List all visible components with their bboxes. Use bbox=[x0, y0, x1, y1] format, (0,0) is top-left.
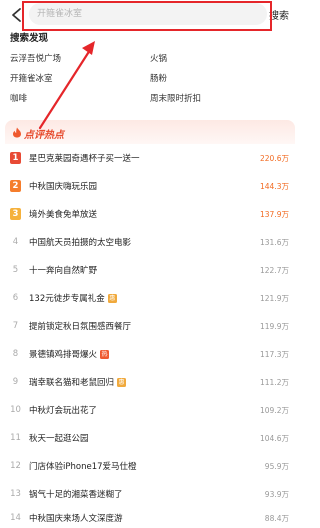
hot-item-value: 117.3万 bbox=[260, 350, 289, 359]
discover-item[interactable]: 火锅 bbox=[150, 52, 167, 64]
rank-badge: 1 bbox=[10, 152, 21, 164]
hot-list-item[interactable]: 11 秋天一起逛公园 104.6万 bbox=[5, 428, 295, 452]
hot-item-title: 秋天一起逛公园 bbox=[29, 434, 89, 444]
search-button[interactable]: 搜索 bbox=[269, 7, 289, 22]
hot-item-title: 门店体验iPhone17爱马仕橙 bbox=[29, 462, 137, 472]
hot-badge: 热 bbox=[100, 350, 110, 359]
hot-item-value: 220.6万 bbox=[260, 154, 289, 163]
discover-item[interactable]: 开箍雀冰室 bbox=[10, 72, 53, 84]
rank-badge: 2 bbox=[10, 180, 21, 192]
hot-item-text: 132元徒步专属礼金 bbox=[29, 294, 105, 304]
hot-list-item[interactable]: 9 瑞幸联名猫和老鼠回归惠 111.2万 bbox=[5, 372, 295, 396]
hot-item-value: 144.3万 bbox=[260, 182, 289, 191]
rank-badge: 3 bbox=[10, 208, 21, 220]
hot-list-item[interactable]: 6 132元徒步专属礼金惠 121.9万 bbox=[5, 288, 295, 312]
hot-list-item[interactable]: 4 中国航天员拍摄的太空电影 131.6万 bbox=[5, 232, 295, 256]
rank-number: 6 bbox=[12, 293, 19, 303]
rank-number: 8 bbox=[12, 349, 19, 359]
hot-list-panel: 点评热点 1 星巴克莱园奇遇杯子买一送一 220.6万 2 中秋国庆嗨玩乐园 1… bbox=[5, 120, 295, 528]
discover-item[interactable]: 肠粉 bbox=[150, 72, 167, 84]
rank-number: 10 bbox=[10, 405, 21, 415]
hot-item-title: 132元徒步专属礼金惠 bbox=[29, 292, 117, 304]
hot-item-title: 景德镇鸡排哥爆火热 bbox=[29, 348, 110, 360]
hot-list-item[interactable]: 10 中秋灯会玩出花了 109.2万 bbox=[5, 400, 295, 424]
discover-item[interactable]: 咖啡 bbox=[10, 92, 27, 104]
hot-item-title: 中秋国庆来场人文深度游 bbox=[29, 514, 123, 524]
rank-number: 4 bbox=[12, 237, 19, 247]
hot-item-value: 119.9万 bbox=[260, 322, 289, 331]
hot-item-title: 中秋灯会玩出花了 bbox=[29, 406, 98, 416]
hot-item-title: 瑞幸联名猫和老鼠回归惠 bbox=[29, 376, 127, 388]
hot-list-item[interactable]: 3 境外美食免单放送 137.9万 bbox=[5, 204, 295, 228]
hot-item-title: 锅气十足的湘菜香迷糊了 bbox=[29, 490, 123, 500]
hot-item-value: 111.2万 bbox=[260, 378, 289, 387]
hot-list-item[interactable]: 1 星巴克莱园奇遇杯子买一送一 220.6万 bbox=[5, 148, 295, 172]
rank-number: 14 bbox=[10, 513, 21, 523]
hot-item-title: 十一奔向自然旷野 bbox=[29, 266, 98, 276]
hot-list-item[interactable]: 2 中秋国庆嗨玩乐园 144.3万 bbox=[5, 176, 295, 200]
hot-list-item[interactable]: 13 锅气十足的湘菜香迷糊了 93.9万 bbox=[5, 484, 295, 508]
rank-number: 11 bbox=[10, 433, 21, 443]
hot-list-item[interactable]: 7 提前锁定秋日氛围感西餐厅 119.9万 bbox=[5, 316, 295, 340]
rank-number: 9 bbox=[12, 377, 19, 387]
rank-number: 5 bbox=[12, 265, 19, 275]
hot-item-title: 中国航天员拍摄的太空电影 bbox=[29, 238, 132, 248]
hot-item-value: 121.9万 bbox=[260, 294, 289, 303]
highlight-box bbox=[22, 1, 272, 31]
hot-list-item[interactable]: 5 十一奔向自然旷野 122.7万 bbox=[5, 260, 295, 284]
hot-list-header: 点评热点 bbox=[5, 120, 295, 144]
hot-item-value: 95.9万 bbox=[264, 462, 289, 471]
hot-list-title: 点评热点 bbox=[24, 130, 64, 141]
hot-item-value: 137.9万 bbox=[260, 210, 289, 219]
rank-number: 7 bbox=[12, 321, 19, 331]
hot-item-title: 境外美食免单放送 bbox=[29, 210, 98, 220]
hot-list-item[interactable]: 14 中秋国庆来场人文深度游 88.4万 bbox=[5, 508, 295, 528]
hot-list-item[interactable]: 8 景德镇鸡排哥爆火热 117.3万 bbox=[5, 344, 295, 368]
hot-item-value: 131.6万 bbox=[260, 238, 289, 247]
hot-item-value: 88.4万 bbox=[264, 514, 289, 523]
flame-icon bbox=[13, 127, 21, 138]
hot-item-title: 提前锁定秋日氛围感西餐厅 bbox=[29, 322, 132, 332]
discover-item[interactable]: 周末限时折扣 bbox=[150, 92, 201, 104]
hot-item-value: 109.2万 bbox=[260, 406, 289, 415]
discount-badge: 惠 bbox=[117, 378, 127, 387]
rank-number: 12 bbox=[10, 461, 21, 471]
hot-item-text: 景德镇鸡排哥爆火 bbox=[29, 350, 98, 360]
rank-number: 13 bbox=[10, 489, 21, 499]
hot-item-value: 122.7万 bbox=[260, 266, 289, 275]
discount-badge: 惠 bbox=[107, 294, 117, 303]
discover-title: 搜索发现 bbox=[10, 33, 49, 44]
hot-item-text: 瑞幸联名猫和老鼠回归 bbox=[29, 378, 115, 388]
hot-item-value: 93.9万 bbox=[264, 490, 289, 499]
discover-item[interactable]: 云浮吾悦广场 bbox=[10, 52, 61, 64]
hot-item-title: 中秋国庆嗨玩乐园 bbox=[29, 182, 98, 192]
hot-item-value: 104.6万 bbox=[260, 434, 289, 443]
hot-list-item[interactable]: 12 门店体验iPhone17爱马仕橙 95.9万 bbox=[5, 456, 295, 480]
hot-item-title: 星巴克莱园奇遇杯子买一送一 bbox=[29, 154, 140, 164]
